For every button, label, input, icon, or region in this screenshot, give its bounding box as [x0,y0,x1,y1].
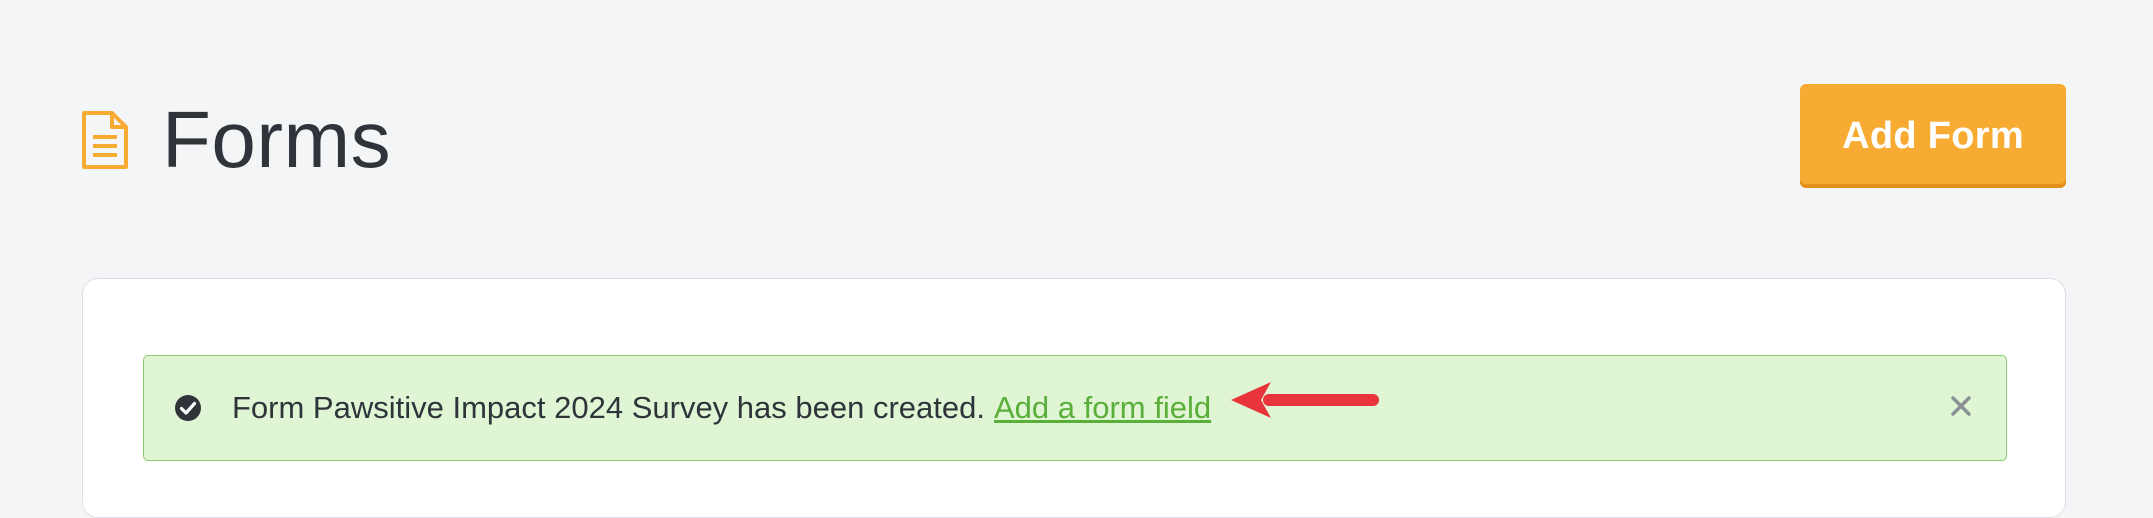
success-alert: Form Pawsitive Impact 2024 Survey has be… [143,355,2007,461]
check-circle-icon [175,395,201,421]
page-title: Forms [162,95,392,184]
add-form-button[interactable]: Add Form [1800,84,2066,188]
add-form-field-link[interactable]: Add a form field [994,390,1211,426]
content-card: Form Pawsitive Impact 2024 Survey has be… [82,278,2066,518]
arrow-icon [1231,382,1379,418]
page-header: Forms [80,100,391,180]
alert-message: Form Pawsitive Impact 2024 Survey has be… [232,390,985,425]
close-icon[interactable] [1950,395,1972,417]
document-icon [82,111,128,169]
